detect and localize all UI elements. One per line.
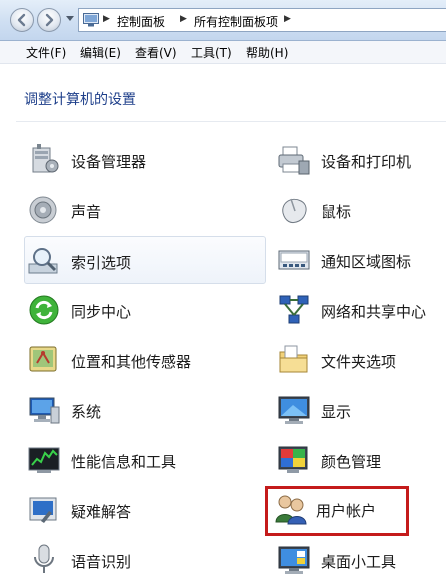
item-devices-printers[interactable]: 设备和打印机 [274,137,442,181]
menu-view[interactable]: 查看(V) [135,44,177,61]
menu-tools[interactable]: 工具(T) [191,44,232,61]
item-desktop-gadgets[interactable]: 桌面小工具 [274,537,442,581]
item-label: 鼠标 [321,203,352,221]
folder-options-icon [279,345,308,373]
control-panel-icon [83,13,99,27]
breadcrumb-all-control-panel-items[interactable]: 所有控制面板项 [194,13,278,30]
desktop-gadgets-icon [278,546,310,574]
breadcrumb-separator-icon[interactable]: ▶ [180,14,187,24]
printer-icon [278,146,310,175]
menu-edit[interactable]: 编辑(E) [80,44,121,61]
breadcrumb-separator-icon[interactable]: ▶ [284,14,291,24]
item-label: 网络和共享中心 [321,303,427,321]
item-label: 位置和其他传感器 [71,353,192,371]
display-icon [278,396,310,424]
forward-button[interactable] [37,8,61,32]
item-label: 系统 [71,403,102,421]
address-toolbar: ▶ 控制面板 ▶ 所有控制面板项 ▶ [0,0,446,41]
item-network-sharing[interactable]: 网络和共享中心 [274,287,442,331]
item-label: 同步中心 [71,303,132,321]
item-device-manager[interactable]: 设备管理器 [24,137,264,181]
item-label: 显示 [321,403,352,421]
color-management-icon [278,446,308,473]
sync-icon [29,295,59,325]
item-indexing-options[interactable]: 索引选项 [24,236,266,284]
item-label: 设备和打印机 [321,153,412,171]
item-color-management[interactable]: 颜色管理 [274,437,442,481]
item-sound[interactable]: 声音 [24,187,264,231]
divider [16,121,446,122]
back-arrow-icon [17,13,26,27]
menu-help[interactable]: 帮助(H) [246,44,288,61]
item-folder-options[interactable]: 文件夹选项 [274,337,442,381]
item-speech-recognition[interactable]: 语音识别 [24,537,264,581]
menu-file[interactable]: 文件(F) [26,44,66,61]
item-location-sensors[interactable]: 位置和其他传感器 [24,337,264,381]
item-troubleshooting[interactable]: 疑难解答 [24,487,264,531]
item-label: 索引选项 [71,254,132,272]
forward-arrow-icon [45,13,54,27]
item-label: 设备管理器 [71,153,147,171]
item-label: 疑难解答 [71,503,132,521]
item-user-accounts[interactable]: 用户帐户 [265,486,409,536]
item-label: 颜色管理 [321,453,382,471]
notification-area-icon [278,250,310,270]
breadcrumb-separator-icon[interactable]: ▶ [103,14,110,24]
item-performance[interactable]: 性能信息和工具 [24,437,264,481]
item-label: 通知区域图标 [321,253,412,271]
item-label: 性能信息和工具 [71,453,177,471]
page-title: 调整计算机的设置 [24,92,136,108]
item-notification-area-icons[interactable]: 通知区域图标 [274,237,442,281]
item-label: 语音识别 [71,553,132,571]
menu-bar: 文件(F) 编辑(E) 查看(V) 工具(T) 帮助(H) [0,41,446,64]
item-label: 桌面小工具 [321,553,397,571]
mouse-icon [282,198,307,224]
item-label: 声音 [71,203,102,221]
computer-icon [29,397,60,424]
item-sync-center[interactable]: 同步中心 [24,287,264,331]
user-accounts-icon [275,495,307,525]
device-manager-icon [32,144,59,173]
microphone-icon [34,544,54,573]
breadcrumb-control-panel[interactable]: 控制面板 [117,13,165,30]
performance-chart-icon [28,447,60,473]
back-button[interactable] [10,8,34,32]
address-bar[interactable]: ▶ 控制面板 ▶ 所有控制面板项 ▶ [78,8,446,32]
location-sensor-icon [29,346,57,372]
item-mouse[interactable]: 鼠标 [274,187,442,231]
speaker-icon [29,196,57,224]
item-label: 用户帐户 [316,502,377,520]
item-label: 文件夹选项 [321,353,397,371]
magnifier-icon [28,248,58,274]
item-system[interactable]: 系统 [24,387,264,431]
item-display[interactable]: 显示 [274,387,442,431]
network-icon [279,295,309,324]
troubleshoot-icon [29,497,57,523]
recent-pages-dropdown-icon[interactable] [66,16,74,22]
